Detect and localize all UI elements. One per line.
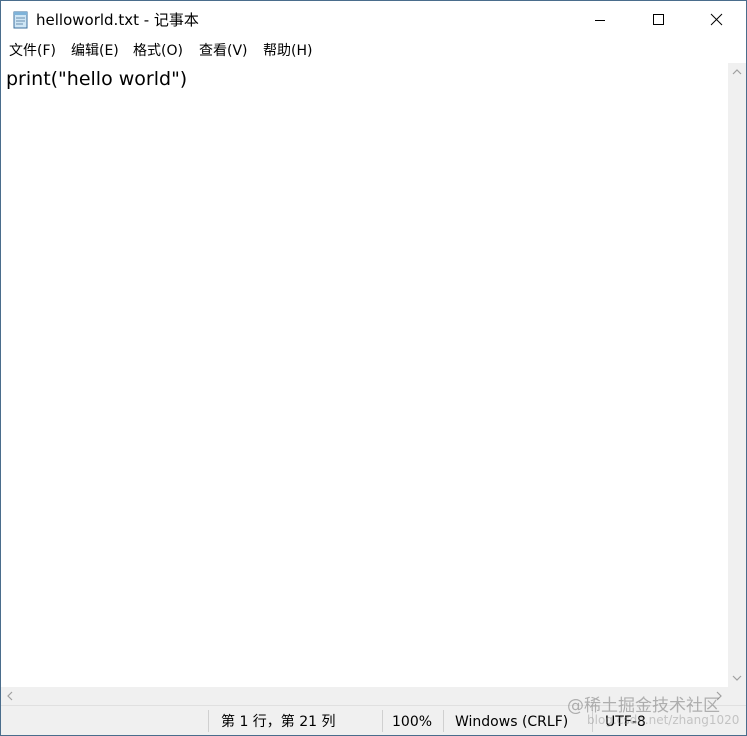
status-divider (443, 710, 444, 732)
status-divider (208, 710, 209, 732)
menu-edit[interactable]: 编辑(E) (71, 42, 119, 60)
title-bar[interactable]: helloworld.txt - 记事本 (1, 1, 746, 39)
status-zoom: 100% (392, 714, 433, 730)
notepad-window: helloworld.txt - 记事本 文件(F) 编辑(E) 格式(O) 查… (0, 0, 747, 736)
menu-bar: 文件(F) 编辑(E) 格式(O) 查看(V) 帮助(H) (1, 39, 746, 63)
notepad-icon (11, 10, 31, 30)
status-divider (592, 710, 593, 732)
minimize-button[interactable] (571, 1, 629, 39)
menu-format[interactable]: 格式(O) (133, 42, 183, 60)
close-button[interactable] (687, 1, 745, 39)
vertical-scrollbar[interactable] (728, 63, 746, 687)
status-encoding: UTF-8 (605, 714, 646, 730)
scroll-left-button[interactable] (1, 687, 19, 705)
scrollbar-corner (728, 687, 746, 705)
scroll-down-button[interactable] (728, 669, 746, 687)
text-editor[interactable]: print("hello world") (1, 63, 728, 687)
scroll-up-button[interactable] (728, 63, 746, 81)
scroll-right-button[interactable] (710, 687, 728, 705)
status-line-ending: Windows (CRLF) (455, 714, 569, 730)
horizontal-scrollbar[interactable] (1, 687, 728, 705)
status-bar: 第 1 行，第 21 列 100% Windows (CRLF) UTF-8 (1, 705, 746, 735)
window-title: helloworld.txt - 记事本 (36, 11, 199, 29)
status-divider (382, 710, 383, 732)
menu-view[interactable]: 查看(V) (199, 42, 248, 60)
chevron-up-icon (728, 66, 746, 85)
maximize-button[interactable] (629, 1, 687, 39)
status-cursor-position: 第 1 行，第 21 列 (221, 714, 336, 730)
editor-content: print("hello world") (6, 68, 188, 90)
menu-file[interactable]: 文件(F) (9, 42, 56, 60)
menu-help[interactable]: 帮助(H) (263, 42, 312, 60)
